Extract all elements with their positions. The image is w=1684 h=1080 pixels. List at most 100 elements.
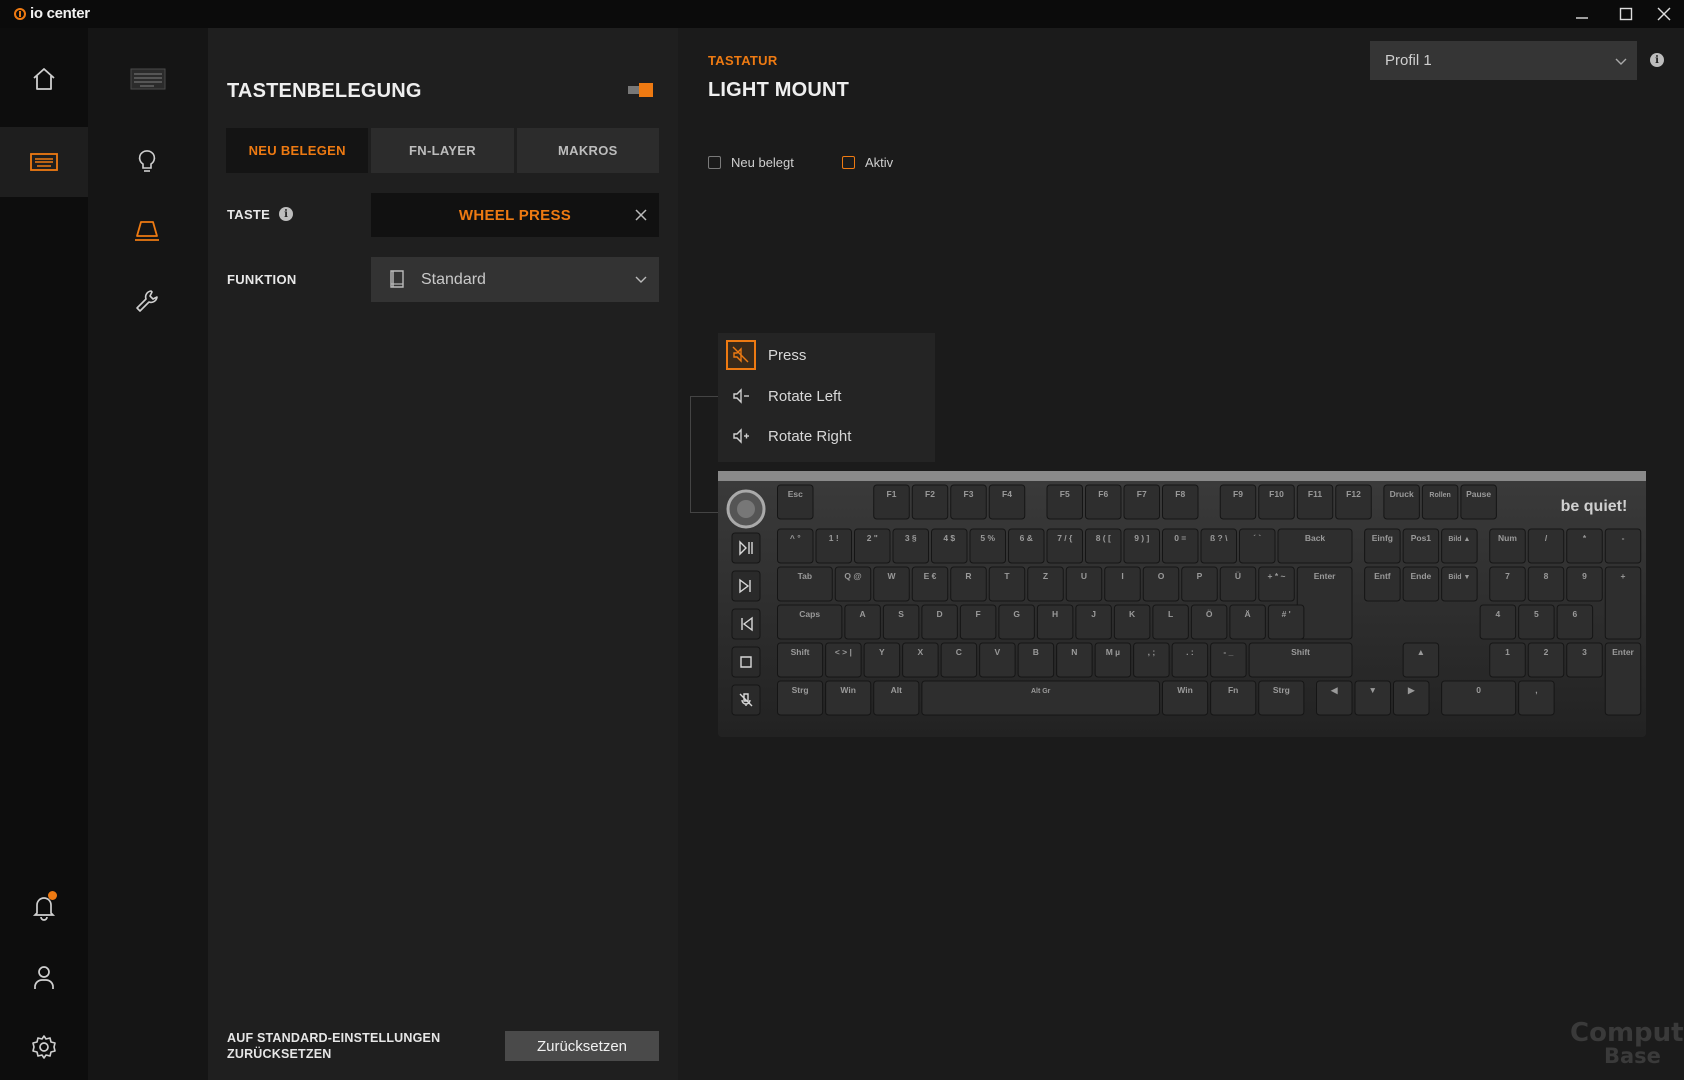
key-x[interactable]: X (902, 642, 939, 678)
key-4[interactable]: 4 $ (931, 528, 968, 564)
key-druck[interactable]: Druck (1383, 484, 1420, 520)
key-strg[interactable]: Strg (1258, 680, 1305, 716)
key-enter[interactable]: Enter (1604, 642, 1642, 716)
key-d[interactable]: D (921, 604, 958, 640)
key-q[interactable]: Q @ (834, 566, 872, 602)
key-8[interactable]: 8 (1527, 566, 1565, 602)
mic-mute-key[interactable] (731, 684, 761, 716)
profile-info-icon[interactable]: i (1650, 53, 1664, 67)
key-win[interactable]: Win (1162, 680, 1209, 716)
play-pause-key[interactable] (731, 532, 761, 564)
profile-select[interactable]: Profil 1 (1370, 41, 1637, 80)
key-f10[interactable]: F10 (1258, 484, 1295, 520)
key-strg[interactable]: Strg (777, 680, 824, 716)
key-ß[interactable]: ß ? \ (1200, 528, 1237, 564)
key-num[interactable]: Num (1489, 528, 1526, 564)
maximize-button[interactable] (1606, 0, 1646, 28)
key-f11[interactable]: F11 (1296, 484, 1334, 520)
key-b[interactable]: B (1017, 642, 1055, 678)
wheel-action-rotate-left[interactable]: Rotate Left (726, 381, 841, 411)
key-tab[interactable]: Tab (777, 566, 833, 602)
key-pause[interactable]: Pause (1460, 484, 1497, 520)
nav-home[interactable] (24, 62, 64, 96)
key-[interactable]: / (1527, 528, 1565, 564)
key-m[interactable]: M µ (1094, 642, 1132, 678)
key-[interactable]: ◀ (1316, 680, 1353, 716)
key-enter[interactable]: Enter (1296, 566, 1353, 640)
clear-key-icon[interactable] (631, 205, 651, 225)
key-z[interactable]: Z (1027, 566, 1064, 602)
key-f9[interactable]: F9 (1219, 484, 1257, 520)
tab-neu-belegen[interactable]: NEU BELEGEN (226, 128, 369, 173)
key-esc[interactable]: Esc (777, 484, 814, 520)
key-[interactable]: ▲ (1402, 642, 1440, 678)
key-3[interactable]: 3 (1566, 642, 1603, 678)
key-s[interactable]: S (882, 604, 920, 640)
key-[interactable]: * (1566, 528, 1603, 564)
key-9[interactable]: 9 ) ] (1123, 528, 1160, 564)
key-7[interactable]: 7 / { (1046, 528, 1083, 564)
key-f3[interactable]: F3 (950, 484, 987, 520)
key-a[interactable]: A (844, 604, 881, 640)
previous-track-key[interactable] (731, 608, 761, 640)
key-j[interactable]: J (1075, 604, 1112, 640)
key-caps[interactable]: Caps (777, 604, 843, 640)
info-icon[interactable]: i (279, 207, 293, 221)
key-7[interactable]: 7 (1489, 566, 1526, 602)
key-p[interactable]: P (1181, 566, 1218, 602)
next-track-key[interactable] (731, 570, 761, 602)
key-1[interactable]: 1 (1489, 642, 1526, 678)
key-[interactable]: + (1604, 566, 1642, 640)
nav-notifications[interactable] (24, 890, 64, 924)
key-t[interactable]: T (988, 566, 1026, 602)
key-o[interactable]: O (1142, 566, 1180, 602)
key-2[interactable]: 2 " (854, 528, 891, 564)
key-4[interactable]: 4 (1479, 604, 1517, 640)
key-u[interactable]: U (1065, 566, 1103, 602)
selected-key-field[interactable]: WHEEL PRESS (371, 193, 659, 237)
key-3[interactable]: 3 § (892, 528, 929, 564)
key-[interactable]: < > | (825, 642, 862, 678)
stop-key[interactable] (731, 646, 761, 678)
key-f6[interactable]: F6 (1085, 484, 1122, 520)
key-6[interactable]: 6 (1556, 604, 1594, 640)
key-f8[interactable]: F8 (1162, 484, 1199, 520)
key-5[interactable]: 5 (1518, 604, 1555, 640)
key-c[interactable]: C (940, 642, 978, 678)
key-0[interactable]: 0 (1441, 680, 1517, 716)
key-fn[interactable]: Fn (1210, 680, 1257, 716)
key-2[interactable]: 2 (1527, 642, 1565, 678)
key-[interactable]: ´ ` (1239, 528, 1276, 564)
key-ü[interactable]: Ü (1219, 566, 1257, 602)
tab-makros[interactable]: MAKROS (516, 128, 659, 173)
key-ö[interactable]: Ö (1190, 604, 1228, 640)
tab-fn-layer[interactable]: FN-LAYER (371, 128, 514, 173)
key-f1[interactable]: F1 (873, 484, 910, 520)
nav-key-assignment[interactable] (127, 214, 167, 248)
key-alt[interactable]: Alt Gr (921, 680, 1160, 716)
key-[interactable]: + * ~ (1258, 566, 1295, 602)
key-alt[interactable]: Alt (873, 680, 920, 716)
key-shift[interactable]: Shift (1248, 642, 1353, 678)
wheel-action-rotate-right[interactable]: Rotate Right (726, 421, 851, 451)
key-g[interactable]: G (998, 604, 1035, 640)
key-n[interactable]: N (1056, 642, 1093, 678)
nav-account[interactable] (24, 960, 64, 994)
nav-device[interactable] (126, 64, 170, 94)
key-[interactable]: ▼ (1354, 680, 1391, 716)
key-pos1[interactable]: Pos1 (1402, 528, 1440, 564)
key-h[interactable]: H (1036, 604, 1074, 640)
key-0[interactable]: 0 = (1162, 528, 1199, 564)
key-ende[interactable]: Ende (1402, 566, 1440, 602)
nav-keyboard[interactable] (24, 145, 64, 179)
key-einfg[interactable]: Einfg (1364, 528, 1401, 564)
layout-toggle[interactable] (628, 83, 654, 97)
key-f7[interactable]: F7 (1123, 484, 1160, 520)
key-[interactable]: - (1604, 528, 1642, 564)
key-[interactable]: - _ (1210, 642, 1247, 678)
key-k[interactable]: K (1113, 604, 1151, 640)
key-1[interactable]: 1 ! (815, 528, 852, 564)
key-f2[interactable]: F2 (911, 484, 949, 520)
key-[interactable]: , ; (1133, 642, 1170, 678)
key-ä[interactable]: Ä (1229, 604, 1266, 640)
